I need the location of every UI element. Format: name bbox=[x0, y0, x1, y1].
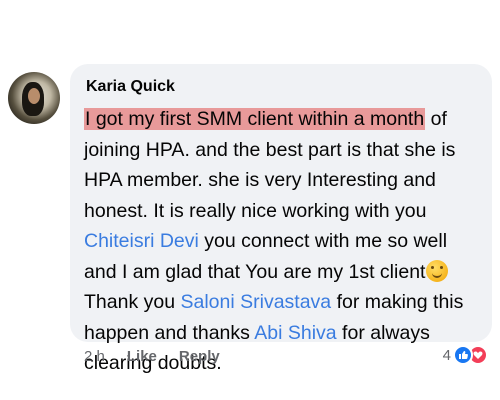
reply-button[interactable]: Reply bbox=[179, 348, 220, 365]
mention-chiteisri-devi[interactable]: Chiteisri Devi bbox=[84, 230, 199, 252]
reaction-count: 4 bbox=[442, 346, 451, 364]
avatar-face bbox=[28, 88, 40, 104]
hugging-face-emoji bbox=[426, 259, 449, 282]
comment-text: I got my first SMM client within a month… bbox=[84, 104, 478, 379]
comment-author[interactable]: Karia Quick bbox=[86, 78, 478, 100]
comment-text-segment: Thank you bbox=[84, 291, 181, 313]
highlighted-text: I got my first SMM client within a month bbox=[84, 108, 426, 130]
like-button[interactable]: Like bbox=[127, 348, 157, 365]
comment-actions: 2 h Like Reply bbox=[84, 345, 220, 367]
comment-timestamp[interactable]: 2 h bbox=[84, 348, 105, 365]
comment-bubble: Karia Quick I got my first SMM client wi… bbox=[70, 64, 492, 374]
reactions-summary[interactable]: 4 bbox=[443, 344, 488, 366]
mention-abi-shiva[interactable]: Abi Shiva bbox=[254, 322, 336, 344]
like-icon bbox=[453, 345, 473, 365]
avatar[interactable] bbox=[8, 72, 60, 124]
mention-saloni-srivastava[interactable]: Saloni Srivastava bbox=[180, 291, 331, 313]
